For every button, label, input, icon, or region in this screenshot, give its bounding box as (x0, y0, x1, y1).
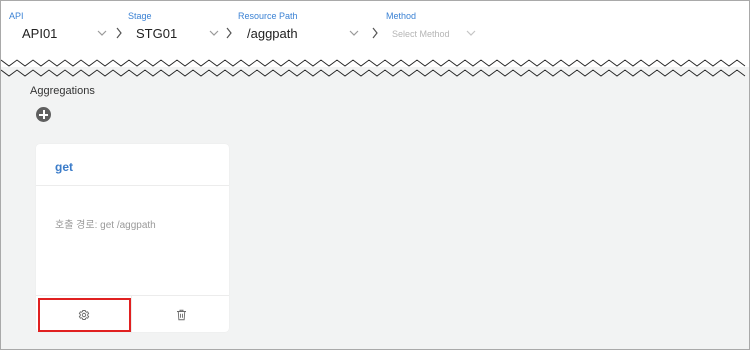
chevron-right-icon (226, 27, 232, 39)
add-aggregation-button[interactable] (36, 107, 51, 122)
method-placeholder: Select Method (392, 29, 450, 39)
stage-value: STG01 (136, 26, 178, 41)
gear-icon (78, 309, 89, 320)
card-header: get (36, 144, 229, 186)
method-label: Method (386, 11, 417, 21)
card-call-path: 호출 경로: get /aggpath (55, 220, 156, 231)
card-actions (36, 295, 229, 333)
stage-label: Stage (128, 11, 152, 21)
api-label: API (9, 11, 24, 21)
chevron-right-icon (116, 27, 122, 39)
chevron-down-icon (97, 30, 107, 36)
resource-path-label: Resource Path (238, 11, 298, 21)
aggregations-title: Aggregations (30, 85, 95, 97)
card-title[interactable]: get (55, 160, 73, 174)
chevron-down-icon (466, 30, 476, 36)
chevron-right-icon (372, 27, 378, 39)
app-frame: API API01 Stage STG01 Resource Path /agg… (0, 0, 750, 350)
cut-edge-divider (1, 57, 749, 77)
resource-path-value: /aggpath (247, 26, 298, 41)
delete-button[interactable] (133, 296, 229, 333)
trash-icon (176, 309, 186, 320)
aggregation-card: get 호출 경로: get /aggpath (36, 144, 229, 333)
chevron-down-icon (349, 30, 359, 36)
api-value: API01 (22, 26, 58, 41)
settings-button[interactable] (36, 296, 132, 333)
chevron-down-icon (209, 30, 219, 36)
